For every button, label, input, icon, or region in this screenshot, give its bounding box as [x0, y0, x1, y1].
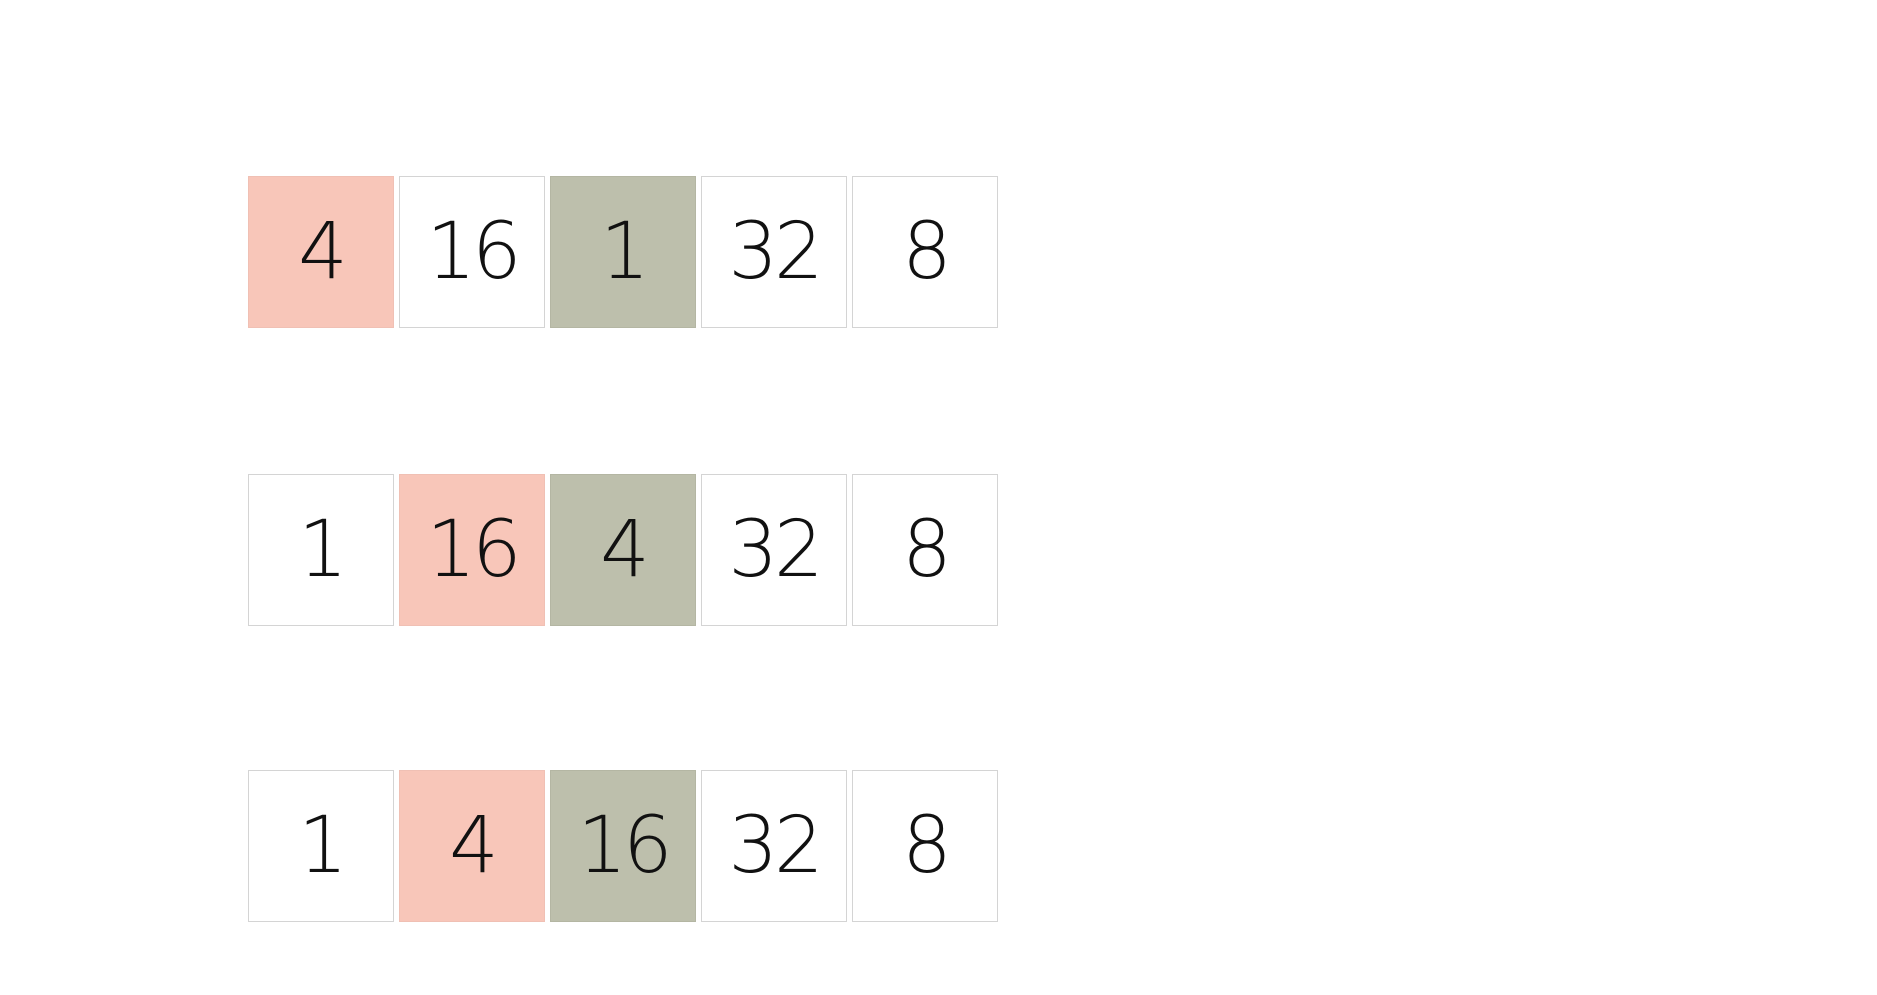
- array-cell: 1: [550, 176, 696, 328]
- array-cell: 16: [550, 770, 696, 922]
- cell-value: 32: [728, 801, 823, 891]
- array-cell: 1: [248, 474, 394, 626]
- cell-value: 1: [600, 207, 650, 297]
- array-row-3: 1 4 16 32 8: [248, 770, 998, 922]
- array-cell: 8: [852, 176, 998, 328]
- cell-value: 8: [902, 505, 952, 595]
- cell-value: 16: [426, 505, 521, 595]
- array-cell: 32: [701, 474, 847, 626]
- cell-value: 8: [902, 207, 952, 297]
- array-cell: 8: [852, 474, 998, 626]
- array-cell: 32: [701, 770, 847, 922]
- cell-value: 1: [298, 505, 348, 595]
- array-cell: 4: [399, 770, 545, 922]
- array-row-1: 4 16 1 32 8: [248, 176, 998, 328]
- diagram-canvas: 4 16 1 32 8 1 16 4 32 8 1 4 16 32 8: [0, 0, 1877, 995]
- cell-value: 32: [728, 505, 823, 595]
- array-cell: 32: [701, 176, 847, 328]
- cell-value: 8: [902, 801, 952, 891]
- array-cell: 4: [550, 474, 696, 626]
- array-cell: 16: [399, 176, 545, 328]
- array-cell: 8: [852, 770, 998, 922]
- cell-value: 1: [298, 801, 348, 891]
- array-row-2: 1 16 4 32 8: [248, 474, 998, 626]
- cell-value: 16: [426, 207, 521, 297]
- cell-value: 16: [577, 801, 672, 891]
- array-cell: 4: [248, 176, 394, 328]
- array-cell: 1: [248, 770, 394, 922]
- cell-value: 4: [600, 505, 650, 595]
- array-cell: 16: [399, 474, 545, 626]
- cell-value: 4: [298, 207, 348, 297]
- cell-value: 32: [728, 207, 823, 297]
- cell-value: 4: [449, 801, 499, 891]
